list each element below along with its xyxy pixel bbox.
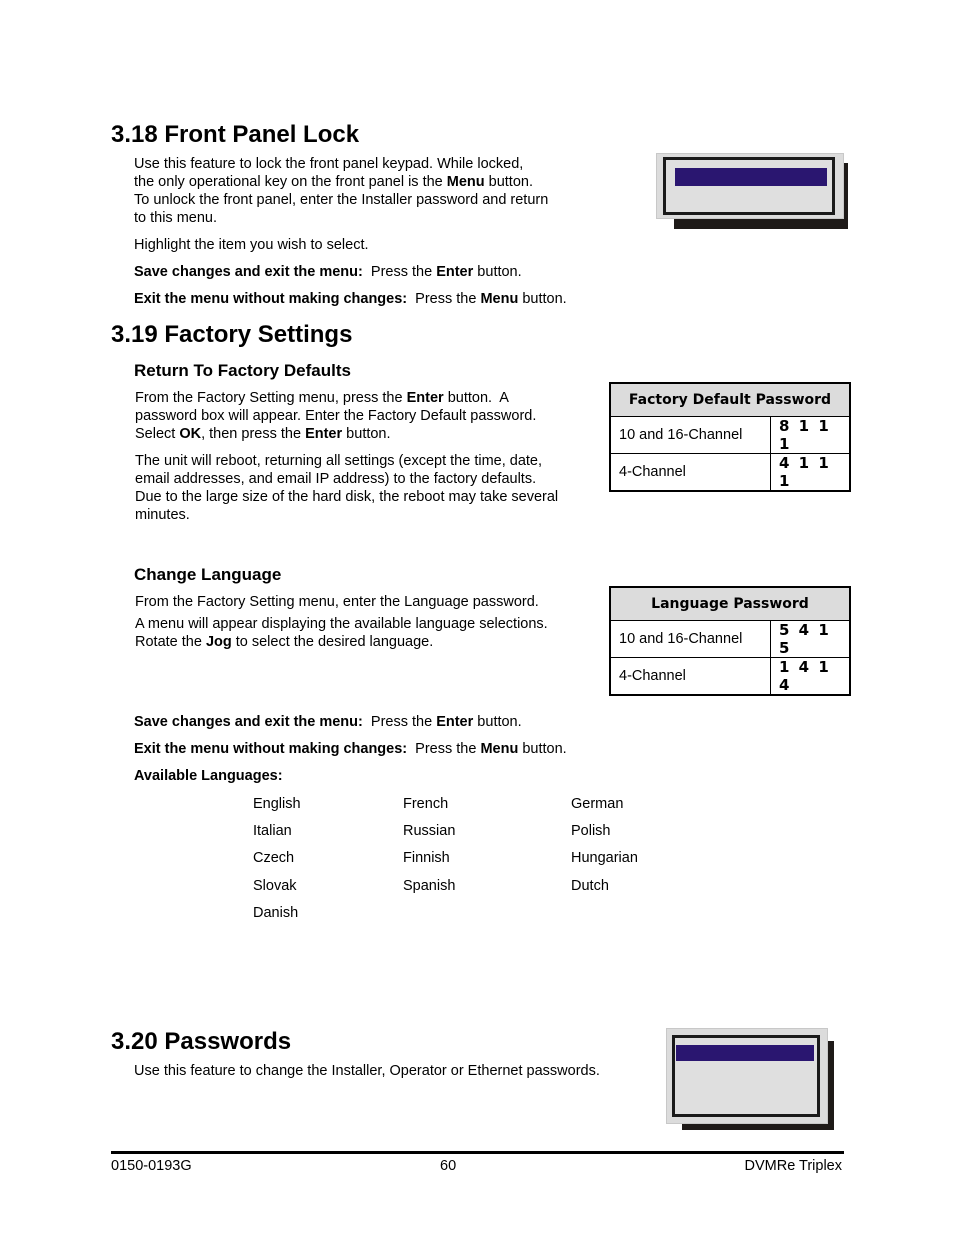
- factory-default-password-table: Factory Default Password 10 and 16-Chann…: [609, 382, 851, 492]
- highlight-instruction: Highlight the item you wish to select.: [134, 237, 369, 253]
- footer-page-number: 60: [440, 1158, 457, 1174]
- passwords-description: Use this feature to change the Installer…: [134, 1063, 600, 1079]
- language-item: Spanish: [403, 878, 456, 894]
- menu-highlight-bar: [675, 168, 827, 186]
- save-instruction: Save changes and exit the menu: Press th…: [134, 714, 522, 730]
- language-item: Slovak: [253, 878, 297, 894]
- language-item: Finnish: [403, 850, 450, 866]
- available-languages-label: Available Languages:: [134, 768, 283, 784]
- footer-product-name: DVMRe Triplex: [744, 1158, 843, 1174]
- table-row: 4-Channel 1 4 1 4: [609, 657, 851, 696]
- channel-label: 4-Channel: [609, 453, 771, 492]
- factory-defaults-description: From the Factory Setting menu, press the…: [135, 390, 537, 442]
- language-item: Polish: [571, 823, 611, 839]
- channel-label: 10 and 16-Channel: [609, 416, 771, 454]
- table-header: Factory Default Password: [609, 382, 851, 417]
- table-header: Language Password: [609, 586, 851, 621]
- language-item: Dutch: [571, 878, 609, 894]
- subsection-title-factory-defaults: Return To Factory Defaults: [134, 361, 351, 380]
- password-value: 5 4 1 5: [770, 620, 851, 658]
- exit-instruction: Exit the menu without making changes: Pr…: [134, 291, 567, 307]
- reboot-description: The unit will reboot, returning all sett…: [135, 453, 559, 523]
- table-row: 4-Channel 4 1 1 1: [609, 453, 851, 492]
- language-item: French: [403, 796, 449, 812]
- language-item: Italian: [253, 823, 292, 839]
- language-item: English: [253, 796, 301, 812]
- menu-highlight-bar: [676, 1045, 814, 1061]
- language-item: Danish: [253, 905, 299, 921]
- password-value: 8 1 1 1: [770, 416, 851, 454]
- table-row: 10 and 16-Channel 8 1 1 1: [609, 416, 851, 454]
- channel-label: 10 and 16-Channel: [609, 620, 771, 658]
- section-title-front-panel-lock: 3.18 Front Panel Lock: [111, 121, 360, 148]
- section-title-passwords: 3.20 Passwords: [111, 1028, 292, 1055]
- language-item: Hungarian: [571, 850, 638, 866]
- language-item: German: [571, 796, 624, 812]
- change-language-description: From the Factory Setting menu, enter the…: [135, 594, 548, 650]
- language-password-table: Language Password 10 and 16-Channel 5 4 …: [609, 586, 851, 696]
- channel-label: 4-Channel: [609, 657, 771, 696]
- password-value: 1 4 1 4: [770, 657, 851, 696]
- language-item: Czech: [253, 850, 295, 866]
- section-title-factory-settings: 3.19 Factory Settings: [111, 321, 353, 348]
- front-panel-lock-description: Use this feature to lock the front panel…: [134, 156, 549, 226]
- footer-doc-number: 0150-0193G: [111, 1158, 192, 1174]
- table-row: 10 and 16-Channel 5 4 1 5: [609, 620, 851, 658]
- subsection-title-change-language: Change Language: [134, 565, 282, 584]
- language-item: Russian: [403, 823, 456, 839]
- exit-instruction: Exit the menu without making changes: Pr…: [134, 741, 567, 757]
- save-instruction: Save changes and exit the menu: Press th…: [134, 264, 522, 280]
- password-value: 4 1 1 1: [770, 453, 851, 492]
- footer-divider: [111, 1151, 844, 1154]
